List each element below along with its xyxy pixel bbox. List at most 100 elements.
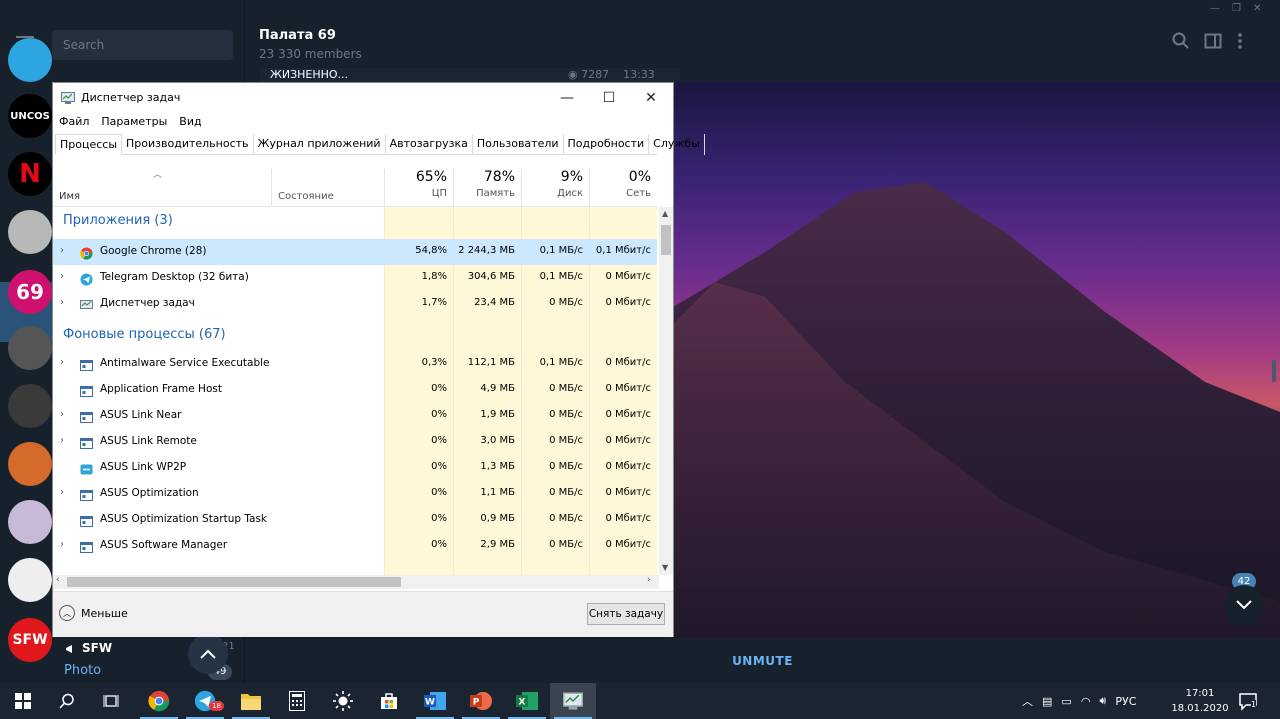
menu-file[interactable]: Файл bbox=[59, 115, 89, 128]
minimize-icon[interactable]: — bbox=[1210, 3, 1220, 14]
taskbar-item[interactable] bbox=[228, 683, 274, 719]
process-row[interactable]: Application Frame Host 0% 4,9 МБ 0 МБ/с 0 Мб… bbox=[53, 377, 657, 403]
chat-avatar[interactable] bbox=[8, 326, 52, 370]
chat-avatar[interactable]: 69 bbox=[8, 270, 52, 314]
taskbar-item[interactable] bbox=[366, 683, 412, 719]
process-row[interactable]: › ASUS Link Remote 0% 3,0 МБ 0 МБ/с 0 Мбит/с bbox=[53, 429, 657, 455]
tab-details[interactable]: Подробности bbox=[564, 134, 650, 155]
process-row[interactable]: ASUS Link WP2P 0% 1,3 МБ 0 МБ/с 0 Мбит/с bbox=[53, 455, 657, 481]
tab-startup[interactable]: Автозагрузка bbox=[386, 134, 473, 155]
maximize-icon[interactable]: ❐ bbox=[1232, 3, 1241, 14]
horizontal-scrollbar[interactable]: ‹ › bbox=[53, 575, 659, 589]
menu-options[interactable]: Параметры bbox=[101, 115, 167, 128]
taskbar-item[interactable] bbox=[88, 683, 134, 719]
expand-chevron-icon[interactable]: › bbox=[60, 271, 64, 282]
taskbar-item[interactable] bbox=[0, 683, 46, 719]
scroll-thumb[interactable] bbox=[661, 225, 671, 255]
expand-chevron-icon[interactable]: › bbox=[60, 487, 64, 498]
unmute-bar: UNMUTE bbox=[245, 638, 1280, 683]
notifications-button[interactable]: 1 bbox=[1238, 691, 1258, 715]
chat-avatar[interactable]: SFW bbox=[8, 618, 52, 662]
taskbar-item[interactable]: 18 bbox=[182, 683, 228, 719]
wifi-icon[interactable]: ◠ bbox=[1081, 695, 1091, 708]
chat-avatar[interactable]: UNCOS bbox=[8, 94, 52, 138]
process-row[interactable]: › ASUS Optimization 0% 1,1 МБ 0 МБ/с 0 Мбит/с bbox=[53, 481, 657, 507]
scroll-down-icon[interactable]: ▼ bbox=[662, 563, 668, 572]
process-row[interactable]: › ASUS Link Near 0% 1,9 МБ 0 МБ/с 0 Мбит/с bbox=[53, 403, 657, 429]
column-cpu[interactable]: 65% ЦП bbox=[385, 169, 453, 199]
taskbar-item[interactable] bbox=[550, 683, 596, 719]
tab-processes[interactable]: Процессы bbox=[55, 134, 123, 155]
scroll-down-button[interactable] bbox=[1224, 585, 1264, 625]
minimize-button[interactable]: — bbox=[545, 83, 589, 113]
column-status[interactable]: Состояние bbox=[278, 191, 334, 202]
process-row[interactable]: › Диспетчер задач 1,7% 23,4 МБ 0 МБ/с 0 Мбит/… bbox=[53, 291, 657, 317]
process-row[interactable]: › Antimalware Service Executable 0,3% 112,1… bbox=[53, 351, 657, 377]
expand-chevron-icon[interactable]: › bbox=[60, 357, 64, 368]
search-input[interactable] bbox=[52, 30, 233, 60]
process-row[interactable]: › Google Chrome (28) 54,8% 2 244,3 МБ 0,1 МБ… bbox=[53, 239, 657, 265]
close-button[interactable]: ✕ bbox=[629, 83, 673, 113]
taskbar-item[interactable]: P bbox=[458, 683, 504, 719]
expand-chevron-icon[interactable]: › bbox=[60, 245, 64, 256]
taskbar-item[interactable] bbox=[136, 683, 182, 719]
maximize-button[interactable]: ☐ bbox=[587, 83, 631, 113]
process-row[interactable]: ASUS Optimization Startup Task 0% 0,9 МБ 0 … bbox=[53, 507, 657, 533]
tab-services[interactable]: Службы bbox=[649, 134, 705, 155]
taskbar-item[interactable] bbox=[320, 683, 366, 719]
clock[interactable]: 17:01 18.01.2020 bbox=[1170, 686, 1230, 716]
cpu-total: 65% bbox=[415, 169, 447, 185]
sort-ascending-icon: ︿ bbox=[153, 170, 163, 180]
group-background[interactable]: Фоновые процессы (67) bbox=[63, 327, 226, 342]
volume-icon[interactable]: 🔊︎ bbox=[1099, 694, 1106, 708]
scroll-left-icon[interactable]: ‹ bbox=[56, 575, 60, 585]
column-disk[interactable]: 9% Диск bbox=[521, 169, 589, 199]
tab-performance[interactable]: Производительность bbox=[122, 134, 254, 155]
scroll-thumb[interactable] bbox=[67, 577, 401, 587]
taskbar-item[interactable] bbox=[44, 683, 90, 719]
chat-avatar[interactable] bbox=[8, 558, 52, 602]
expand-chevron-icon[interactable]: › bbox=[60, 409, 64, 420]
chat-avatar[interactable] bbox=[8, 500, 52, 544]
chat-avatar[interactable] bbox=[8, 384, 52, 428]
sidebar-toggle-icon[interactable] bbox=[1204, 32, 1222, 50]
tab-users[interactable]: Пользователи bbox=[473, 134, 564, 155]
unmute-button[interactable]: UNMUTE bbox=[245, 638, 1280, 683]
end-task-button[interactable]: Снять задачу bbox=[587, 603, 665, 625]
process-row[interactable]: › Telegram Desktop (32 бита) 1,8% 304,6 МБ 0… bbox=[53, 265, 657, 291]
scroll-up-button[interactable] bbox=[188, 634, 228, 674]
vertical-scrollbar[interactable]: ▲ ▼ bbox=[659, 207, 673, 575]
menu-view[interactable]: Вид bbox=[179, 115, 201, 128]
chat-name[interactable]: SFW bbox=[82, 641, 112, 655]
scroll-right-icon[interactable]: › bbox=[647, 575, 651, 585]
group-apps[interactable]: Приложения (3) bbox=[63, 213, 173, 228]
process-row[interactable]: › ASUS Software Manager 0% 2,9 МБ 0 МБ/с 0 Мб… bbox=[53, 533, 657, 559]
column-memory[interactable]: 78% Память bbox=[453, 169, 521, 199]
chat-avatar[interactable] bbox=[8, 210, 52, 254]
chat-scrollbar[interactable] bbox=[1272, 360, 1276, 382]
taskbar-item[interactable]: W bbox=[412, 683, 458, 719]
column-network[interactable]: 0% Сеть bbox=[589, 169, 657, 199]
expand-chevron-icon[interactable]: › bbox=[60, 297, 64, 308]
language-indicator[interactable]: РУС bbox=[1115, 695, 1136, 708]
search-icon[interactable] bbox=[1172, 32, 1190, 50]
chat-avatar[interactable]: N bbox=[8, 152, 52, 196]
chevron-up-icon[interactable]: ︿ bbox=[1022, 693, 1033, 709]
chat-avatar[interactable] bbox=[8, 442, 52, 486]
fewer-details-button[interactable]: ︿ Меньше bbox=[59, 605, 128, 621]
expand-chevron-icon[interactable]: › bbox=[60, 435, 64, 446]
taskbar-item[interactable] bbox=[274, 683, 320, 719]
network-icon[interactable]: ▤ bbox=[1042, 695, 1052, 708]
scroll-up-icon[interactable]: ▲ bbox=[662, 209, 668, 218]
more-vertical-icon[interactable] bbox=[1236, 32, 1244, 50]
chat-avatar[interactable] bbox=[8, 38, 52, 82]
close-icon[interactable]: ✕ bbox=[1253, 3, 1261, 14]
chat-title[interactable]: Палата 69 bbox=[259, 28, 336, 43]
title-bar[interactable]: Диспетчер задач — ☐ ✕ bbox=[53, 83, 673, 113]
tab-app-history[interactable]: Журнал приложений bbox=[254, 134, 386, 155]
battery-icon[interactable]: ▭ bbox=[1061, 695, 1071, 708]
expand-chevron-icon[interactable]: › bbox=[60, 539, 64, 550]
column-name[interactable]: Имя bbox=[59, 191, 80, 202]
cpu-value: 0% bbox=[431, 461, 447, 472]
taskbar-item[interactable]: X bbox=[504, 683, 550, 719]
